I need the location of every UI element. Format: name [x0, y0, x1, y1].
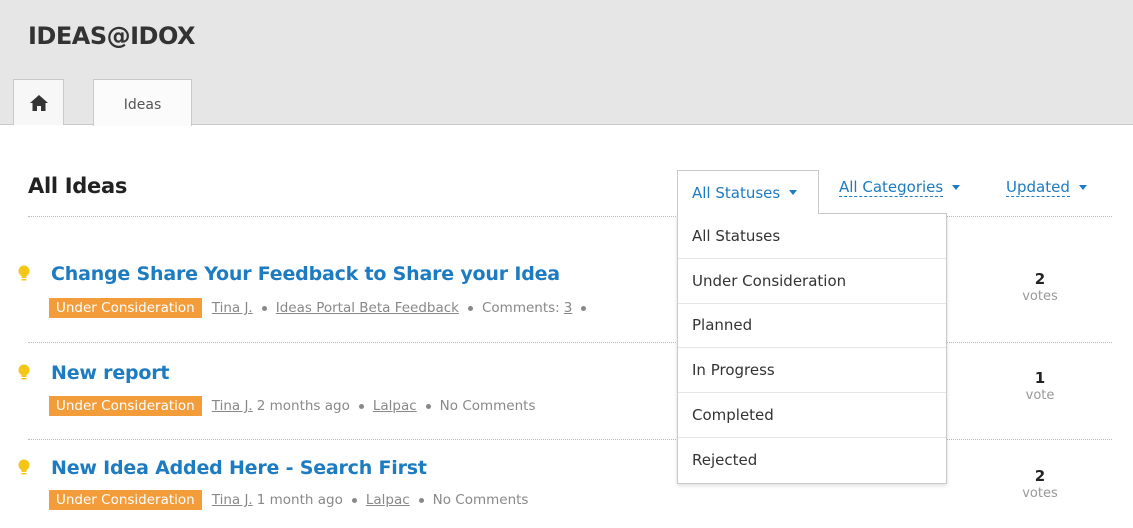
category-link[interactable]: Ideas Portal Beta Feedback — [276, 300, 459, 316]
comments-label: Comments: — [481, 300, 560, 316]
status-option-planned[interactable]: Planned — [678, 304, 946, 349]
status-option-rejected[interactable]: Rejected — [678, 438, 946, 483]
separator-dot — [467, 305, 473, 311]
idea-time: 1 month ago — [256, 492, 343, 508]
category-filter-label: All Categories — [839, 178, 944, 197]
site-header: IDEAS@IDOX Ideas — [0, 0, 1133, 126]
vote-count[interactable]: 1 vote — [1015, 369, 1065, 403]
separator-dot — [358, 403, 364, 409]
tab-ideas-label: Ideas — [123, 97, 162, 113]
lightbulb-icon — [18, 364, 30, 380]
sort-filter-label: Updated — [1006, 178, 1070, 197]
row-divider — [28, 439, 1112, 440]
lightbulb-icon — [18, 265, 30, 281]
status-option-completed[interactable]: Completed — [678, 393, 946, 438]
chevron-down-icon — [952, 185, 961, 190]
tab-home[interactable] — [13, 79, 64, 125]
status-badge: Under Consideration — [49, 396, 202, 416]
lightbulb-icon — [18, 459, 30, 475]
separator-dot — [418, 497, 424, 503]
row-divider — [28, 342, 1112, 343]
home-icon — [29, 94, 48, 111]
status-dropdown-menu: All Statuses Under Consideration Planned… — [677, 213, 947, 484]
sort-filter-button[interactable]: Updated — [1006, 178, 1087, 197]
status-filter-label: All Statuses — [692, 183, 781, 202]
status-badge: Under Consideration — [49, 490, 202, 510]
separator-dot — [261, 305, 267, 311]
separator-dot — [425, 403, 431, 409]
tab-ideas[interactable]: Ideas — [93, 79, 192, 126]
status-filter-button[interactable]: All Statuses — [677, 170, 819, 214]
vote-number: 2 — [1034, 467, 1046, 485]
comments-label: No Comments — [432, 492, 529, 508]
chevron-down-icon — [789, 190, 798, 195]
idea-meta: Under Consideration Tina J. 2 months ago… — [49, 396, 536, 416]
separator-dot — [581, 305, 587, 311]
status-option-in-progress[interactable]: In Progress — [678, 348, 946, 394]
idea-meta: Under Consideration Tina J. 1 month ago … — [49, 490, 528, 510]
vote-count[interactable]: 2 votes — [1015, 467, 1065, 501]
vote-label: vote — [1025, 388, 1055, 403]
author-link[interactable]: Tina J. — [212, 398, 253, 414]
idea-meta: Under Consideration Tina J. Ideas Portal… — [49, 298, 595, 318]
category-link[interactable]: Lalpac — [366, 492, 410, 508]
author-link[interactable]: Tina J. — [212, 300, 253, 316]
vote-label: votes — [1022, 486, 1058, 501]
chevron-down-icon — [1078, 185, 1087, 190]
comments-count-link[interactable]: 3 — [564, 300, 573, 316]
category-link[interactable]: Lalpac — [373, 398, 417, 414]
author-link[interactable]: Tina J. — [212, 492, 253, 508]
page-title: All Ideas — [28, 174, 128, 198]
site-brand[interactable]: IDEAS@IDOX — [28, 22, 196, 50]
vote-number: 1 — [1034, 369, 1046, 387]
title-divider — [28, 216, 1112, 217]
vote-number: 2 — [1034, 270, 1046, 288]
idea-title-link[interactable]: New report — [51, 362, 170, 384]
status-badge: Under Consideration — [49, 298, 202, 318]
separator-dot — [351, 497, 357, 503]
vote-label: votes — [1022, 289, 1058, 304]
vote-count[interactable]: 2 votes — [1015, 270, 1065, 304]
idea-title-link[interactable]: Change Share Your Feedback to Share your… — [51, 263, 560, 285]
status-option-under-consideration[interactable]: Under Consideration — [678, 259, 946, 304]
category-filter-button[interactable]: All Categories — [839, 178, 961, 197]
idea-title-link[interactable]: New Idea Added Here - Search First — [51, 457, 427, 479]
comments-label: No Comments — [439, 398, 536, 414]
status-option-all[interactable]: All Statuses — [678, 214, 946, 259]
idea-time: 2 months ago — [256, 398, 350, 414]
